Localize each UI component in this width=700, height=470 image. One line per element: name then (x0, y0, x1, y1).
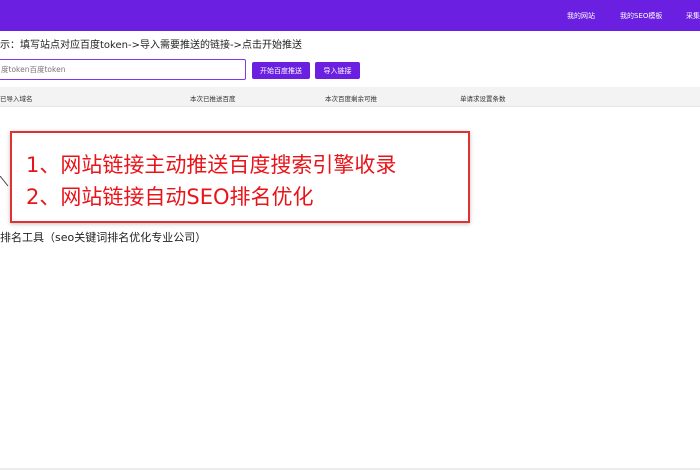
nav-my-seo-templates[interactable]: 我的SEO模板 (620, 11, 662, 21)
column-per-request-count: 单请求设置条数 (460, 95, 506, 103)
callout-line-2: 2、网站链接自动SEO排名优化 (26, 185, 314, 209)
table-header: 已导入域名 本次已推送百度 本次百度剩余可推 单请求设置条数 (0, 87, 700, 107)
top-navbar: 我的网站 我的SEO模板 采集 (0, 0, 700, 31)
start-baidu-push-button[interactable]: 开始百度推送 (252, 62, 310, 79)
ranking-tool-title: 排名工具（seo关键词排名优化专业公司） (0, 231, 207, 244)
feature-callout-box: 1、网站链接主动推送百度搜索引擎收录 2、网站链接自动SEO排名优化 (10, 131, 470, 223)
baidu-token-input[interactable] (0, 59, 246, 80)
instruction-hint: 示：填写站点对应百度token->导入需要推送的链接->点击开始推送 (0, 40, 302, 51)
nav-my-sites[interactable]: 我的网站 (567, 11, 595, 21)
nav-collect[interactable]: 采集 (686, 11, 700, 21)
column-baidu-remaining: 本次百度剩余可推 (325, 95, 377, 103)
callout-line-1: 1、网站链接主动推送百度搜索引擎收录 (26, 153, 397, 177)
column-imported-domains: 已导入域名 (0, 95, 33, 103)
column-pushed-to-baidu: 本次已推送百度 (190, 95, 236, 103)
import-links-button[interactable]: 导入链接 (315, 62, 360, 79)
